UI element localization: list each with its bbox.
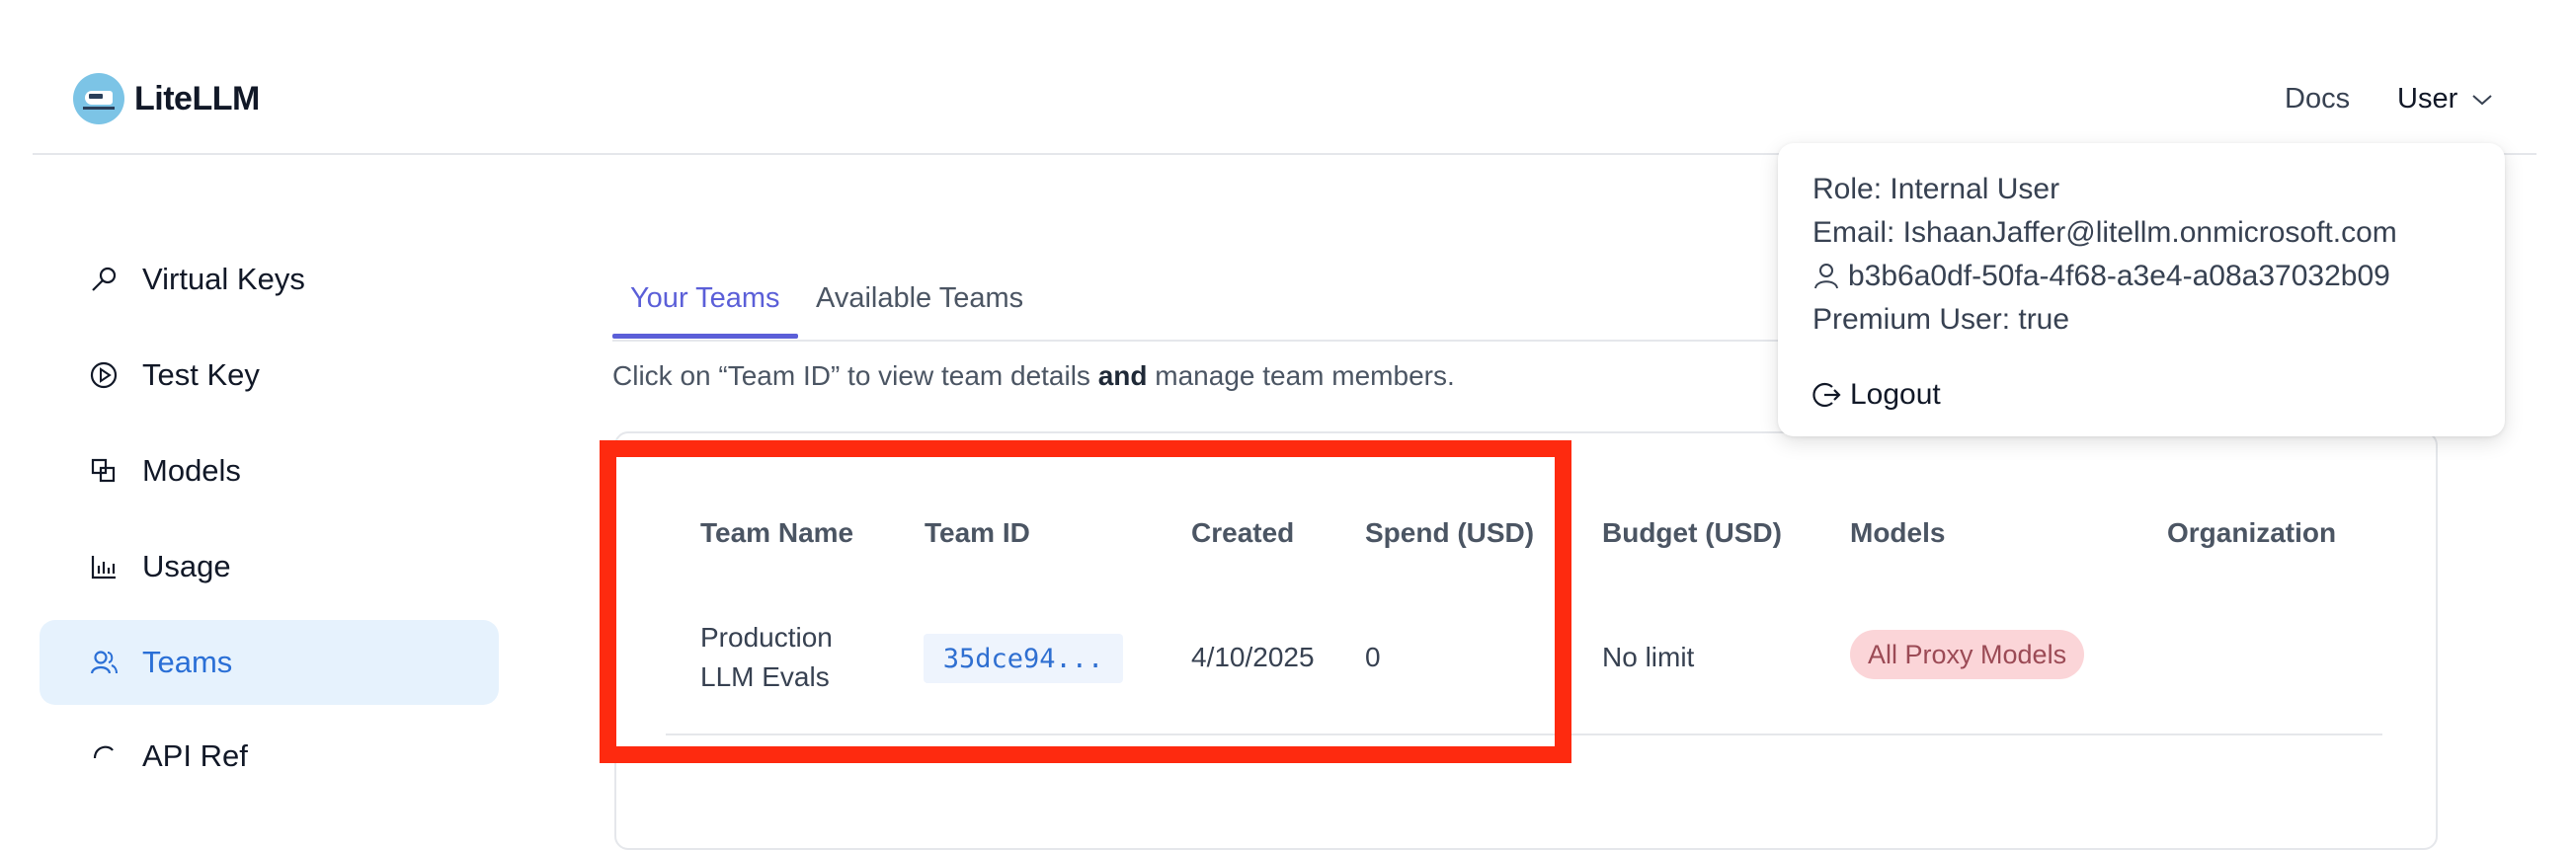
tab-your-teams[interactable]: Your Teams — [630, 282, 780, 315]
logout-icon — [1812, 380, 1842, 410]
user-dropdown-menu: Role: Internal User Email: IshaanJaffer@… — [1778, 143, 2505, 436]
teams-hint-text: Click on “Team ID” to view team details … — [612, 360, 1455, 391]
red-highlight-annotation — [600, 440, 1571, 763]
column-header-models[interactable]: Models — [1850, 517, 1945, 549]
user-email: Email: IshaanJaffer@litellm.onmicrosoft.… — [1812, 216, 2397, 249]
logout-button[interactable]: Logout — [1812, 378, 1941, 412]
user-menu-label: User — [2397, 83, 2458, 115]
logout-label: Logout — [1850, 378, 1941, 411]
active-tab-indicator — [612, 334, 798, 339]
user-id-row: b3b6a0df-50fa-4f68-a3e4-a08a37032b09 — [1812, 260, 2390, 293]
sidebar-item-teams[interactable]: Teams — [40, 620, 499, 705]
sidebar-item-usage[interactable]: Usage — [40, 524, 499, 609]
user-id: b3b6a0df-50fa-4f68-a3e4-a08a37032b09 — [1848, 260, 2390, 292]
user-icon — [1812, 262, 1840, 291]
key-icon — [89, 265, 119, 294]
tab-available-teams[interactable]: Available Teams — [816, 282, 1023, 315]
brand-logo[interactable]: LiteLLM — [73, 73, 260, 124]
chevron-down-icon — [2472, 94, 2492, 105]
model-badge: All Proxy Models — [1850, 630, 2085, 679]
team-icon — [89, 648, 119, 677]
user-role: Role: Internal User — [1812, 173, 2060, 205]
team-budget: No limit — [1602, 642, 1695, 672]
sidebar-item-label: API Ref — [142, 738, 248, 770]
column-header-organization[interactable]: Organization — [2167, 517, 2336, 549]
train-logo-icon — [73, 73, 124, 124]
sidebar-item-label: Test Key — [142, 357, 260, 392]
sidebar-item-label: Usage — [142, 549, 231, 583]
sidebar-item-label: Teams — [142, 645, 233, 679]
sidebar-item-test-key[interactable]: Test Key — [40, 333, 499, 418]
user-menu-button[interactable]: User — [2397, 83, 2493, 116]
brand-name: LiteLLM — [134, 79, 260, 117]
bar-chart-icon — [89, 552, 119, 581]
sidebar-item-api-ref[interactable]: API Ref — [40, 731, 499, 770]
play-circle-icon — [89, 360, 119, 390]
sidebar-item-label: Models — [142, 453, 241, 488]
docs-link[interactable]: Docs — [2285, 83, 2350, 116]
block-icon — [89, 456, 119, 486]
sidebar-item-models[interactable]: Models — [40, 428, 499, 513]
column-header-budget[interactable]: Budget (USD) — [1602, 517, 1782, 549]
top-header — [33, 0, 2536, 155]
api-icon — [89, 738, 119, 770]
sidebar-item-virtual-keys[interactable]: Virtual Keys — [40, 237, 499, 322]
sidebar-item-label: Virtual Keys — [142, 262, 305, 296]
user-premium-status: Premium User: true — [1812, 303, 2070, 336]
